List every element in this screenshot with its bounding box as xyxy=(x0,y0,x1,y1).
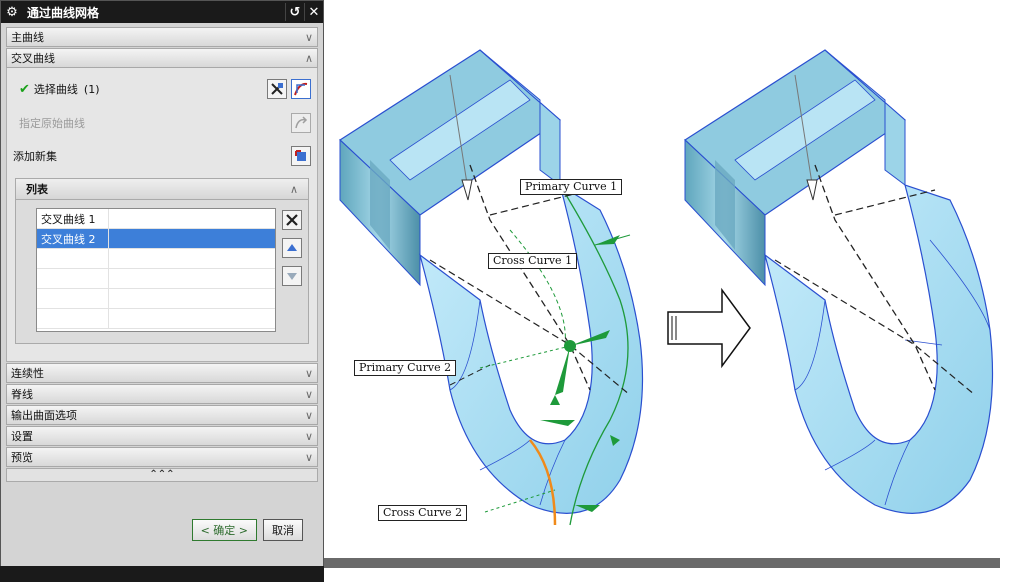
specify-origin-row: 指定原始曲线 xyxy=(7,110,317,136)
cancel-button[interactable]: 取消 xyxy=(263,519,303,541)
chevron-down-icon: ∨ xyxy=(304,450,314,464)
left-model xyxy=(339,49,644,526)
remove-icon[interactable] xyxy=(282,210,302,230)
section-cross-curves[interactable]: 交叉曲线 ∧ xyxy=(6,48,318,68)
list-item-empty xyxy=(37,309,275,329)
move-down-icon[interactable] xyxy=(282,266,302,286)
viewport-status-strip xyxy=(324,558,1000,568)
chevron-down-icon: ∨ xyxy=(304,429,314,443)
dialog-title: 通过曲线网格 xyxy=(27,5,100,20)
label-cross-curve-2: Cross Curve 2 xyxy=(378,505,468,521)
label-primary-curve-2: Primary Curve 2 xyxy=(354,360,457,376)
chevron-down-icon: ∨ xyxy=(304,366,314,380)
move-up-icon[interactable] xyxy=(282,238,302,258)
label-cross-curve-1: Cross Curve 1 xyxy=(488,253,578,269)
add-new-row: 添加新集 xyxy=(7,144,317,168)
check-icon: ✔ xyxy=(19,81,30,97)
dialog-buttons: < 确定 > 取消 xyxy=(191,519,303,541)
model-view xyxy=(339,49,994,526)
cross-curve-list[interactable]: 交叉曲线 1 交叉曲线 2 xyxy=(36,208,276,332)
list-item-empty xyxy=(37,249,275,269)
more-options-toggle[interactable]: ⌃⌃⌃ xyxy=(6,468,318,482)
curve-mesh-dialog: ⚙ 通过曲线网格 ↺ ✕ 主曲线 ∨ 交叉曲线 ∧ ✔ 选择曲线 (1) 指定原… xyxy=(0,0,324,568)
dialog-bottom-bar xyxy=(0,566,324,582)
list-side-buttons xyxy=(282,210,302,294)
chevron-up-icon: ∧ xyxy=(304,51,314,65)
label-primary-curve-1: Primary Curve 1 xyxy=(520,179,623,195)
deselect-icon[interactable] xyxy=(267,79,287,99)
list-header[interactable]: 列表 ∧ xyxy=(15,178,309,200)
list-item-empty xyxy=(37,289,275,309)
reset-icon[interactable]: ↺ xyxy=(285,3,304,21)
section-continuity[interactable]: 连续性 ∨ xyxy=(6,363,318,383)
gear-icon[interactable]: ⚙ xyxy=(1,5,23,20)
right-model xyxy=(684,49,994,514)
curve-select-icon[interactable] xyxy=(291,79,311,99)
origin-curve-icon[interactable] xyxy=(291,113,311,133)
select-curve-label: 选择曲线 xyxy=(33,83,78,96)
specify-origin-label: 指定原始曲线 xyxy=(19,117,85,130)
section-output-options[interactable]: 输出曲面选项 ∨ xyxy=(6,405,318,425)
right-arrow-icon xyxy=(667,287,751,369)
list-item-empty xyxy=(37,269,275,289)
dialog-titlebar: ⚙ 通过曲线网格 ↺ ✕ xyxy=(1,1,323,23)
ok-button[interactable]: < 确定 > xyxy=(191,519,257,541)
chevron-down-icon: ∨ xyxy=(304,408,314,422)
chevron-down-icon: ∨ xyxy=(304,387,314,401)
list-area: 交叉曲线 1 交叉曲线 2 xyxy=(15,200,309,344)
chevron-up-icon: ∧ xyxy=(290,182,299,196)
add-new-label: 添加新集 xyxy=(13,150,57,163)
section-settings[interactable]: 设置 ∨ xyxy=(6,426,318,446)
select-curve-row: ✔ 选择曲线 (1) xyxy=(7,76,317,102)
section-preview[interactable]: 预览 ∨ xyxy=(6,447,318,467)
close-icon[interactable]: ✕ xyxy=(304,3,323,21)
list-item[interactable]: 交叉曲线 2 xyxy=(37,229,275,249)
select-curve-count: (1) xyxy=(83,82,100,96)
section-spine[interactable]: 脊线 ∨ xyxy=(6,384,318,404)
list-item[interactable]: 交叉曲线 1 xyxy=(37,209,275,229)
chevron-down-icon: ∨ xyxy=(304,30,314,44)
cross-curves-panel: ✔ 选择曲线 (1) 指定原始曲线 添加新集 列表 ∧ 交叉曲线 1 交叉曲线 … xyxy=(6,68,318,362)
graphics-viewport[interactable]: Primary Curve 1 Cross Curve 1 Primary Cu… xyxy=(330,0,1022,558)
section-primary-curves[interactable]: 主曲线 ∨ xyxy=(6,27,318,47)
add-set-icon[interactable] xyxy=(291,146,311,166)
